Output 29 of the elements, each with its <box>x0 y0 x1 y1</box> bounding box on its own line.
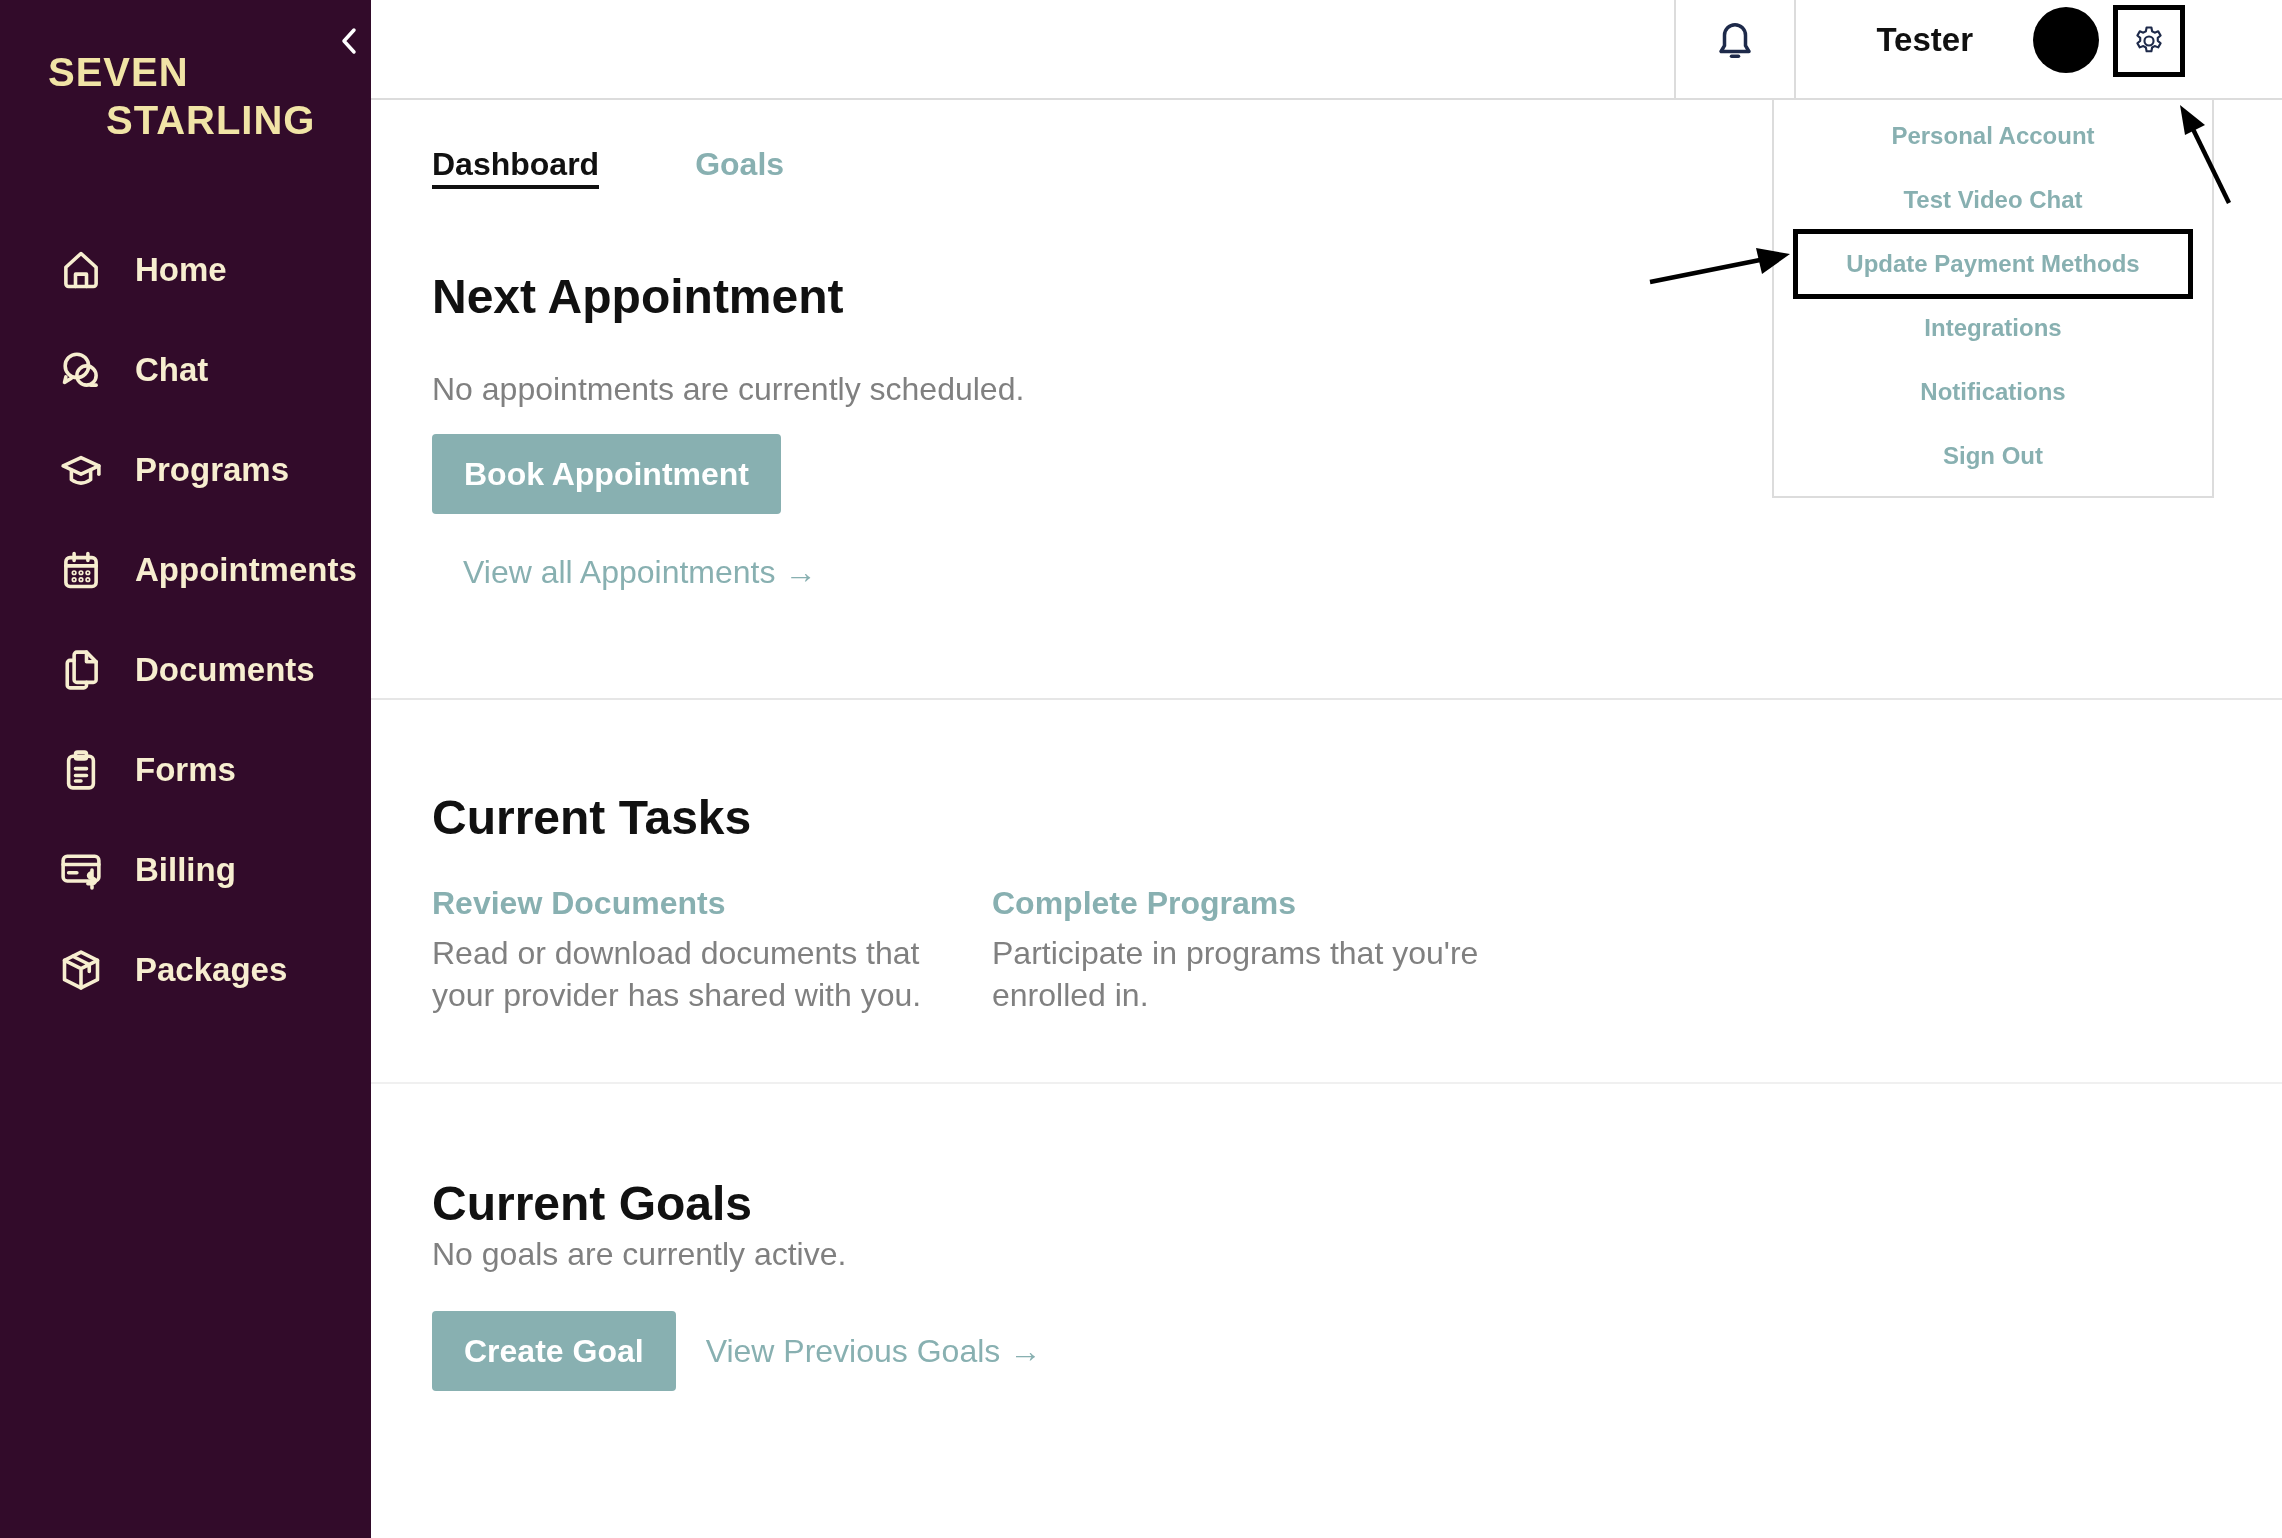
menu-item[interactable]: Update Payment Methods <box>1793 229 2193 299</box>
sidebar-item[interactable]: Programs <box>0 420 371 520</box>
sidebar-item[interactable]: Appointments <box>0 520 371 620</box>
sidebar-item[interactable]: Packages <box>0 920 371 1020</box>
section-title: Next Appointment <box>432 269 844 324</box>
settings-button[interactable] <box>2113 5 2185 77</box>
sidebar-item[interactable]: Home <box>0 220 371 320</box>
task-link[interactable]: Complete Programs <box>992 885 1512 922</box>
section-title: Current Goals <box>432 1176 753 1231</box>
section-title: Current Tasks <box>432 790 752 845</box>
view-appointments-link[interactable]: View all Appointments → <box>463 554 817 591</box>
sidebar-item[interactable]: Forms <box>0 720 371 820</box>
empty-message: No appointments are currently scheduled. <box>432 370 1025 409</box>
task-description: Participate in programs that you're enrolled in. <box>992 934 1480 1015</box>
task-link[interactable]: Review Documents <box>432 885 952 922</box>
task-description: Read or download documents that your provider has shared with you. <box>432 934 923 1015</box>
sidebar-item[interactable]: Billing <box>0 820 371 920</box>
tab[interactable]: Goals <box>695 146 785 189</box>
tab[interactable]: Dashboard <box>432 146 600 189</box>
logo-text: STARLING <box>106 97 317 144</box>
view-goals-link[interactable]: View Previous Goals → <box>705 1332 1042 1370</box>
sidebar-item[interactable]: Chat <box>0 320 371 420</box>
create-goal-button[interactable]: Create Goal <box>432 1311 676 1391</box>
empty-message: No goals are currently active. <box>432 1235 847 1274</box>
logo-text: SEVEN <box>48 49 189 96</box>
user-name[interactable]: Tester <box>1876 21 1973 59</box>
chevron-left-icon[interactable] <box>339 26 359 56</box>
sidebar-item[interactable]: Documents <box>0 620 371 720</box>
book-appointment-button[interactable]: Book Appointment <box>432 434 781 514</box>
